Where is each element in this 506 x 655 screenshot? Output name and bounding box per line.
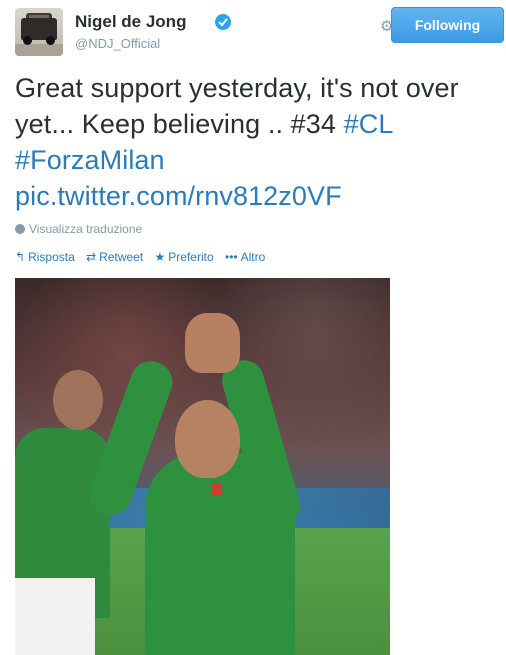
hashtag-forzamilan-link[interactable]: #ForzaMilan bbox=[15, 145, 165, 175]
favorite-button[interactable]: ★ Preferito bbox=[155, 250, 214, 264]
retweet-icon: ⇄ bbox=[86, 250, 97, 264]
display-name[interactable]: Nigel de Jong bbox=[75, 12, 186, 32]
hashtag-cl-link[interactable]: #CL bbox=[344, 109, 394, 139]
globe-icon bbox=[15, 224, 25, 234]
more-icon: ••• bbox=[225, 250, 238, 264]
user-handle[interactable]: @NDJ_Official bbox=[75, 36, 160, 51]
star-icon: ★ bbox=[154, 250, 166, 264]
pic-link[interactable]: pic.twitter.com/rnv812z0VF bbox=[15, 181, 342, 211]
translate-link[interactable]: Visualizza traduzione bbox=[15, 222, 142, 236]
tweet-photo[interactable] bbox=[15, 278, 390, 655]
reply-icon: ↰ bbox=[15, 250, 26, 264]
following-button[interactable]: Following bbox=[391, 7, 504, 43]
verified-badge-icon bbox=[215, 14, 231, 30]
avatar[interactable] bbox=[15, 8, 63, 56]
retweet-button[interactable]: ⇄ Retweet bbox=[86, 250, 143, 264]
tweet-actions: ↰ Risposta ⇄ Retweet ★ Preferito ••• Altro bbox=[15, 250, 273, 264]
translate-label: Visualizza traduzione bbox=[29, 222, 143, 236]
more-button[interactable]: ••• Altro bbox=[225, 250, 265, 264]
reply-button[interactable]: ↰ Risposta bbox=[15, 250, 75, 264]
tweet-text: Great support yesterday, it's not over y… bbox=[15, 70, 501, 214]
